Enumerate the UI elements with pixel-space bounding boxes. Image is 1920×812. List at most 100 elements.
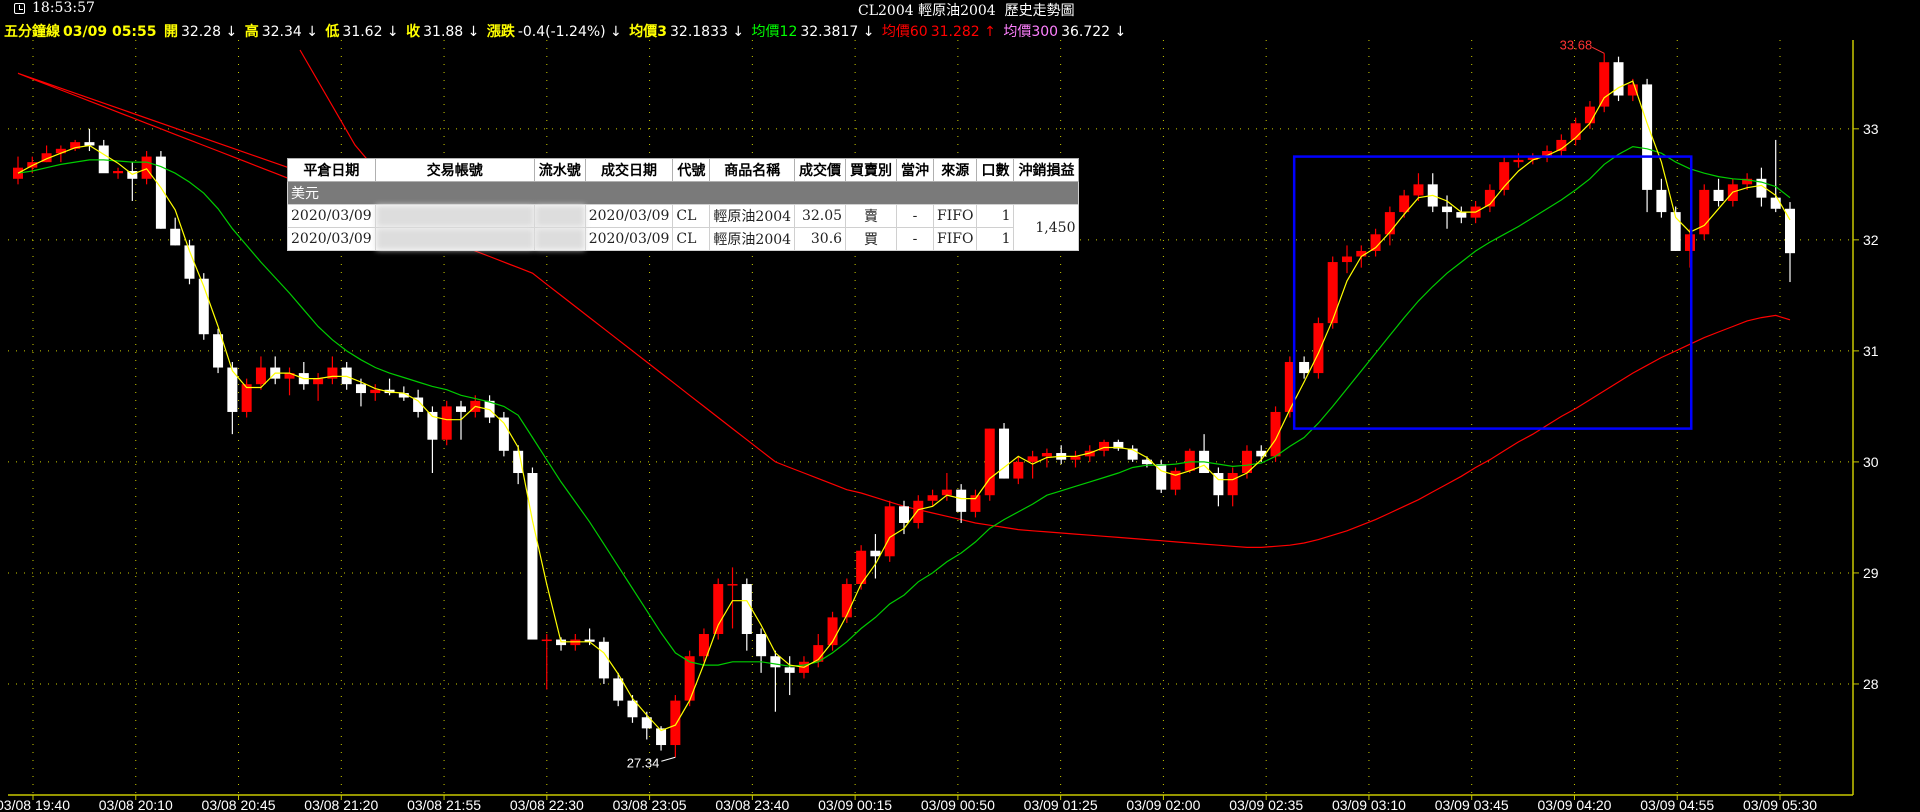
candle-body xyxy=(613,678,624,701)
cell-daytrade: - xyxy=(896,227,935,251)
candle-body xyxy=(999,428,1010,479)
candle-body xyxy=(670,700,681,746)
candle-body xyxy=(941,489,952,496)
candle-body xyxy=(756,634,767,657)
col-pnl[interactable]: 沖銷損益 xyxy=(1013,158,1080,182)
col-side[interactable]: 買賣別 xyxy=(845,158,898,182)
table-row[interactable]: 2020/03/09 2020/03/09 CL 輕原油2004 30.6 買 … xyxy=(287,227,1079,251)
candle-body xyxy=(1341,256,1353,263)
candle-body xyxy=(1684,234,1695,251)
x-tick-label: 03/08 23:05 xyxy=(613,797,687,812)
x-tick-label: 03/09 02:35 xyxy=(1229,797,1303,812)
x-tick-label: 03/08 19:40 xyxy=(0,797,70,812)
candle-body xyxy=(913,500,924,523)
clock-time: 18:53:57 xyxy=(32,0,95,16)
candle-body xyxy=(727,584,738,586)
ma3-label: 均價3 xyxy=(629,24,667,40)
y-tick-label: 29 xyxy=(1863,565,1879,581)
bar-datetime: 03/09 05:55 xyxy=(63,24,157,40)
cell-trade-date: 2020/03/09 xyxy=(584,227,674,251)
candle-body xyxy=(1299,361,1310,374)
x-tick-label: 03/08 21:55 xyxy=(407,797,481,812)
currency-group-row[interactable]: 美元 xyxy=(286,181,1080,205)
candle-body xyxy=(741,584,752,635)
candle-body xyxy=(1584,106,1595,124)
high-value: 32.34 ↓ xyxy=(261,24,318,40)
candle-body xyxy=(455,406,467,412)
cell-qty: 1 xyxy=(976,204,1015,228)
col-name[interactable]: 商品名稱 xyxy=(709,158,796,182)
candle-body xyxy=(513,450,524,474)
x-tick-label: 03/08 20:10 xyxy=(99,797,173,812)
table-row[interactable]: 2020/03/09 2020/03/09 CL 輕原油2004 32.05 賣… xyxy=(287,204,1080,251)
col-serial[interactable]: 流水號 xyxy=(533,158,586,182)
candle-body xyxy=(1027,456,1038,462)
high-marker-line xyxy=(1592,46,1605,54)
candle-body xyxy=(1327,262,1338,324)
candle-body xyxy=(1270,411,1281,457)
cell-name: 輕原油2004 xyxy=(709,204,796,228)
x-tick-label: 03/09 03:10 xyxy=(1332,797,1406,812)
col-price[interactable]: 成交價 xyxy=(794,158,847,182)
open-value: 32.28 ↓ xyxy=(180,24,238,40)
candle-body xyxy=(1041,453,1052,457)
candle-body xyxy=(1513,159,1524,163)
candle-body xyxy=(255,367,266,385)
cell-side: 賣 xyxy=(845,204,898,228)
ma12-label: 均價12 xyxy=(751,24,798,40)
cell-close-date: 2020/03/09 xyxy=(287,227,376,251)
cell-account-redacted xyxy=(374,227,535,251)
open-label: 開 xyxy=(163,24,178,40)
cell-price: 32.05 xyxy=(794,204,847,228)
x-tick-label: 03/08 21:20 xyxy=(304,797,378,812)
x-tick-label: 03/08 20:45 xyxy=(202,797,276,812)
candle-body xyxy=(1442,206,1453,213)
cell-side: 買 xyxy=(845,227,898,251)
high-label: 高 xyxy=(244,24,259,40)
candle-body xyxy=(1713,189,1724,201)
x-tick-label: 03/09 04:20 xyxy=(1537,797,1611,812)
candle-body xyxy=(956,489,967,512)
ma60-value: 31.282 ↑ xyxy=(930,24,996,40)
cell-source: FIFO xyxy=(933,227,978,251)
candle-body xyxy=(870,550,881,557)
col-qty[interactable]: 口數 xyxy=(976,158,1015,182)
cell-trade-date: 2020/03/09 xyxy=(584,204,674,228)
clock-icon xyxy=(14,3,25,14)
y-tick-label: 28 xyxy=(1863,676,1879,692)
low-value: 31.62 ↓ xyxy=(342,24,399,40)
col-daytrade[interactable]: 當沖 xyxy=(896,158,935,182)
candle-body xyxy=(784,667,795,673)
cell-account-redacted xyxy=(374,204,535,228)
cell-daytrade: - xyxy=(896,204,935,228)
low-marker-line xyxy=(661,756,676,762)
candle-body xyxy=(213,334,224,368)
x-tick-label: 03/09 00:50 xyxy=(921,797,995,812)
high-annotation: 33.68 xyxy=(1560,37,1593,52)
col-close-date[interactable]: 平倉日期 xyxy=(287,158,376,182)
col-source[interactable]: 來源 xyxy=(933,158,978,182)
x-tick-label: 03/09 02:00 xyxy=(1126,797,1200,812)
top-bar: 18:53:57 CL2004 輕原油2004 歷史走勢圖 xyxy=(0,0,1920,19)
candle-body xyxy=(1642,84,1653,190)
col-account[interactable]: 交易帳號 xyxy=(374,158,535,182)
candle-body xyxy=(770,656,781,668)
trade-table-header-row: 平倉日期 交易帳號 流水號 成交日期 代號 商品名稱 成交價 買賣別 當沖 來源… xyxy=(287,158,1080,182)
candle-body xyxy=(1784,208,1796,254)
trade-table: 平倉日期 交易帳號 流水號 成交日期 代號 商品名稱 成交價 買賣別 當沖 來源… xyxy=(286,158,1080,251)
candle-body xyxy=(170,228,181,246)
ma60-label: 均價60 xyxy=(881,24,928,40)
col-trade-date[interactable]: 成交日期 xyxy=(584,158,674,182)
col-code[interactable]: 代號 xyxy=(672,158,711,182)
x-tick-label: 03/09 04:55 xyxy=(1640,797,1714,812)
candle-body xyxy=(1013,461,1024,479)
candle-body xyxy=(541,639,552,642)
change-label: 漲跌 xyxy=(486,24,515,40)
candle-body xyxy=(598,641,609,679)
candle-body xyxy=(1313,323,1324,374)
change-value: -0.4(-1.24%) ↓ xyxy=(517,24,622,40)
candlestick-chart[interactable]: 28 29 30 31 32 33 03/08 19:40 03/08 20:10 03/08 … xyxy=(0,0,1920,812)
cell-code: CL xyxy=(672,204,711,228)
candle-body xyxy=(1384,212,1395,235)
close-label: 收 xyxy=(406,24,421,40)
